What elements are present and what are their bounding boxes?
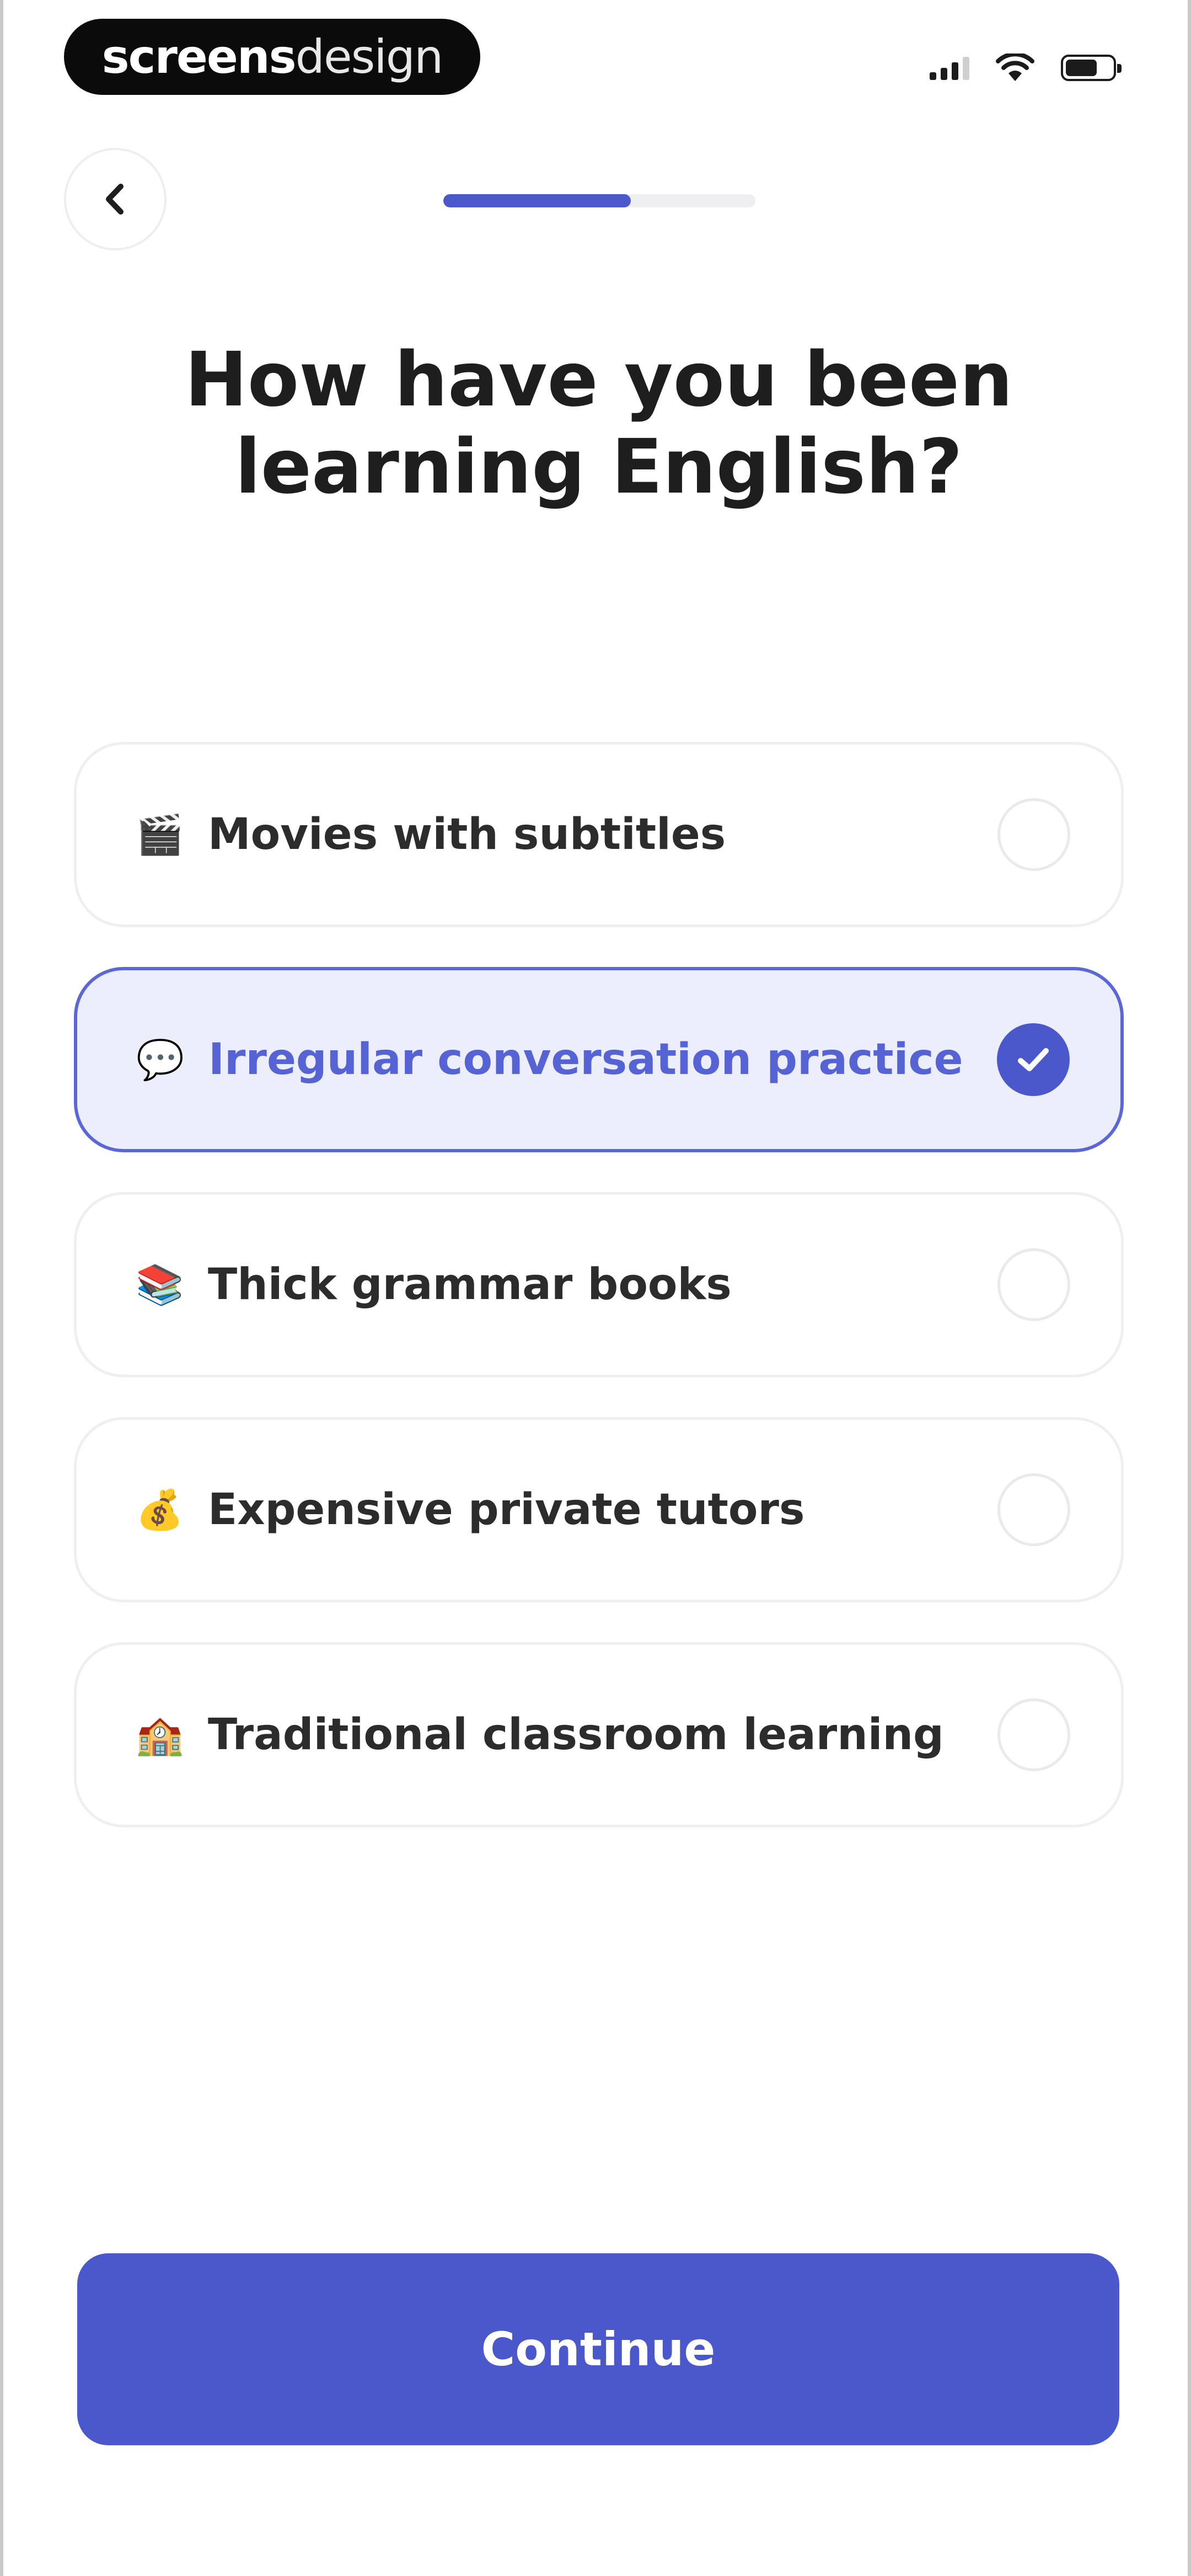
back-button[interactable] [64, 148, 167, 250]
option-traditional-classroom-learning[interactable]: 🏫 Traditional classroom learning [74, 1642, 1124, 1827]
checkmark-icon [1018, 1048, 1049, 1071]
books-icon: 📚 [136, 1262, 184, 1307]
school-icon: 🏫 [136, 1712, 184, 1757]
options-list: 🎬 Movies with subtitles 💬 Irregular conv… [74, 742, 1124, 1867]
option-label: Expensive private tutors [208, 1485, 805, 1535]
progress-fill [443, 194, 631, 207]
brand-light-text: design [295, 30, 444, 84]
chevron-left-icon [106, 184, 124, 215]
option-irregular-conversation-practice[interactable]: 💬 Irregular conversation practice [74, 967, 1124, 1152]
cellular-signal-icon [930, 56, 969, 80]
clapperboard-icon: 🎬 [136, 812, 184, 857]
continue-button[interactable]: Continue [77, 2253, 1119, 2445]
option-label: Thick grammar books [208, 1260, 732, 1310]
status-icons [930, 49, 1122, 87]
money-bag-icon: 💰 [136, 1487, 184, 1532]
radio-button-checked[interactable] [997, 1023, 1070, 1096]
radio-button[interactable] [997, 1698, 1070, 1771]
page-title: How have you been learning English? [185, 336, 1013, 511]
radio-button[interactable] [997, 798, 1070, 871]
radio-button[interactable] [997, 1248, 1070, 1321]
battery-icon [1061, 55, 1122, 81]
option-label: Traditional classroom learning [208, 1710, 944, 1760]
option-movies-with-subtitles[interactable]: 🎬 Movies with subtitles [74, 742, 1124, 927]
radio-button[interactable] [997, 1473, 1070, 1546]
option-label: Movies with subtitles [208, 810, 726, 859]
speech-bubble-icon: 💬 [136, 1037, 185, 1082]
option-thick-grammar-books[interactable]: 📚 Thick grammar books [74, 1192, 1124, 1377]
onboarding-progress-bar [443, 194, 755, 207]
wifi-icon [996, 54, 1034, 81]
screensdesign-watermark: screens design [64, 19, 480, 95]
brand-bold-text: screens [101, 30, 297, 84]
onboarding-screen: screens design How have you been learning… [0, 0, 1191, 2576]
option-expensive-private-tutors[interactable]: 💰 Expensive private tutors [74, 1417, 1124, 1602]
option-label: Irregular conversation practice [208, 1035, 963, 1084]
